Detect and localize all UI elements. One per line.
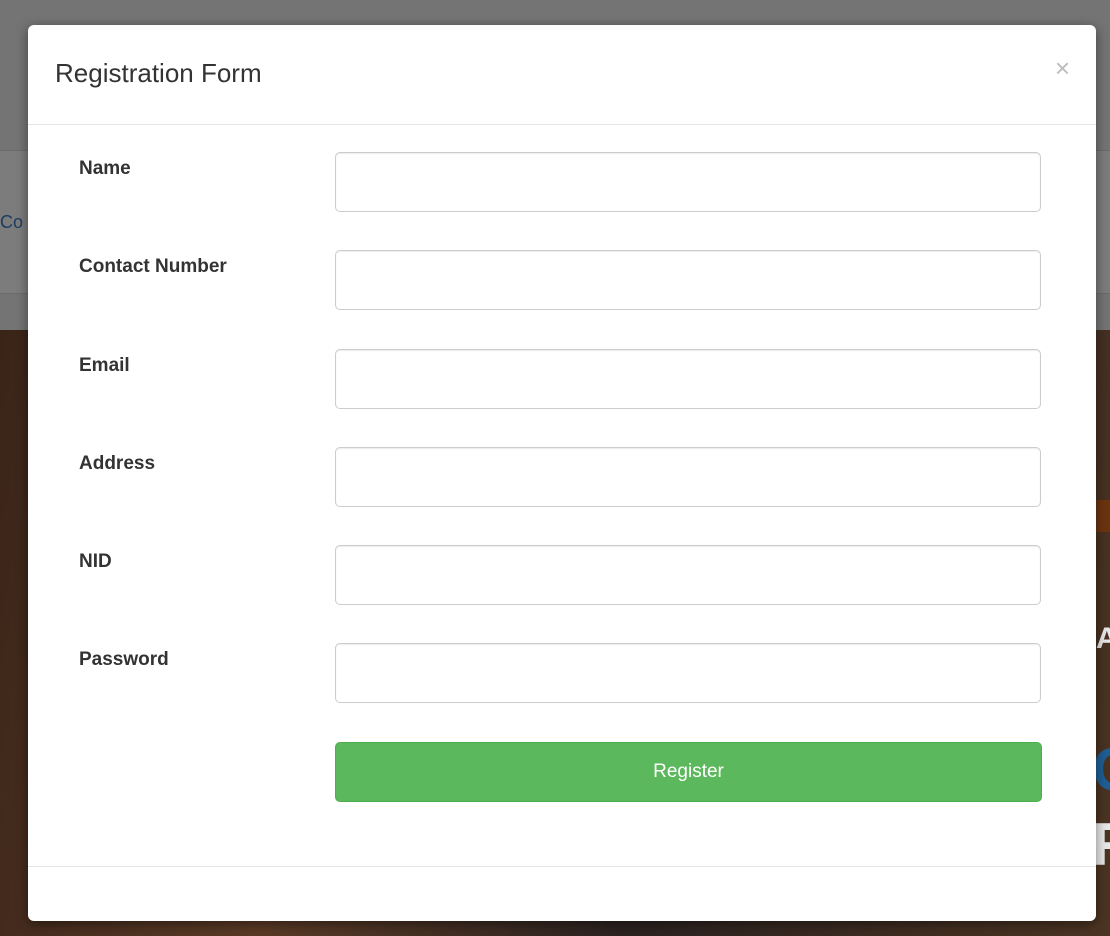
contact-number-label: Contact Number xyxy=(79,256,227,277)
form-row-nid: NID xyxy=(28,545,1096,607)
form-row-address: Address xyxy=(28,447,1096,509)
form-row-email: Email xyxy=(28,349,1096,411)
address-label: Address xyxy=(79,453,156,474)
modal-footer xyxy=(28,866,1096,921)
email-label: Email xyxy=(79,355,130,376)
password-label: Password xyxy=(79,649,169,670)
email-input[interactable] xyxy=(335,349,1041,409)
name-label: Name xyxy=(79,158,131,179)
register-button[interactable]: Register xyxy=(335,742,1042,802)
registration-modal: Registration Form × Name Contact Number … xyxy=(28,25,1096,921)
address-input[interactable] xyxy=(335,447,1041,507)
modal-title: Registration Form xyxy=(55,58,262,88)
nid-input[interactable] xyxy=(335,545,1041,605)
nid-label: NID xyxy=(79,551,112,572)
contact-number-input[interactable] xyxy=(335,250,1041,310)
password-input[interactable] xyxy=(335,643,1041,703)
modal-header: Registration Form × xyxy=(28,25,1096,125)
name-input[interactable] xyxy=(335,152,1041,212)
form-row-password: Password xyxy=(28,643,1096,705)
background-hero-text: A xyxy=(1096,622,1110,655)
background-nav-link: Co xyxy=(0,212,24,232)
form-row-contact: Contact Number xyxy=(28,250,1096,312)
form-row-name: Name xyxy=(28,152,1096,214)
close-icon[interactable]: × xyxy=(1055,55,1070,81)
